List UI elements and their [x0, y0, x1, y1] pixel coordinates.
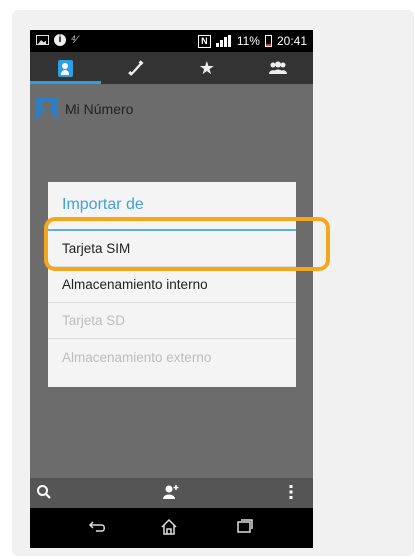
option-external-storage: Almacenamiento externo — [62, 349, 212, 365]
contacts-icon — [57, 59, 73, 77]
search-icon — [37, 485, 51, 499]
signal-icon: ⁴⁄ — [71, 34, 78, 46]
bottom-action-bar — [30, 478, 313, 508]
battery-icon — [264, 35, 272, 47]
groups-icon — [268, 61, 287, 74]
tab-bar: ★ — [30, 52, 313, 84]
status-bar: i ⁴⁄ N 11% 20:41 — [30, 30, 313, 52]
contact-name: Mi Número — [65, 101, 134, 117]
recent-apps-button[interactable] — [236, 518, 254, 537]
star-icon: ★ — [198, 58, 215, 78]
phone-icon — [128, 60, 144, 76]
contact-row[interactable]: Mi Número — [30, 84, 313, 134]
clock: 20:41 — [276, 34, 307, 48]
phone-screen: i ⁴⁄ N 11% 20:41 ★ Mi Número Importar de… — [30, 30, 313, 548]
tab-groups[interactable] — [242, 52, 313, 84]
cell-signal-icon — [215, 35, 232, 47]
option-sim-card[interactable]: Tarjeta SIM — [48, 231, 296, 267]
tab-phone[interactable] — [101, 52, 172, 84]
back-icon — [88, 521, 105, 532]
home-button[interactable] — [160, 518, 178, 539]
tab-contacts[interactable] — [30, 52, 101, 84]
info-icon: i — [54, 34, 66, 46]
more-options-icon — [289, 485, 293, 499]
import-dialog: Importar de Tarjeta SIM Almacenamiento i… — [48, 182, 296, 387]
search-button[interactable] — [36, 484, 52, 505]
dialog-title: Importar de — [62, 196, 144, 213]
nfc-icon: N — [197, 34, 211, 48]
recent-apps-icon — [237, 519, 253, 533]
option-internal-storage[interactable]: Almacenamiento interno — [48, 267, 296, 303]
more-options-button[interactable] — [288, 484, 294, 505]
back-button[interactable] — [88, 518, 108, 536]
navigation-bar — [30, 508, 313, 548]
avatar-icon — [36, 98, 58, 120]
home-icon — [161, 518, 177, 535]
add-contact-button[interactable] — [162, 484, 180, 505]
image-icon — [36, 35, 49, 45]
tab-favorites[interactable]: ★ — [172, 52, 243, 84]
battery-percent: 11% — [236, 34, 260, 48]
option-sd-card: Tarjeta SD — [48, 303, 296, 339]
add-contact-icon — [163, 485, 179, 499]
